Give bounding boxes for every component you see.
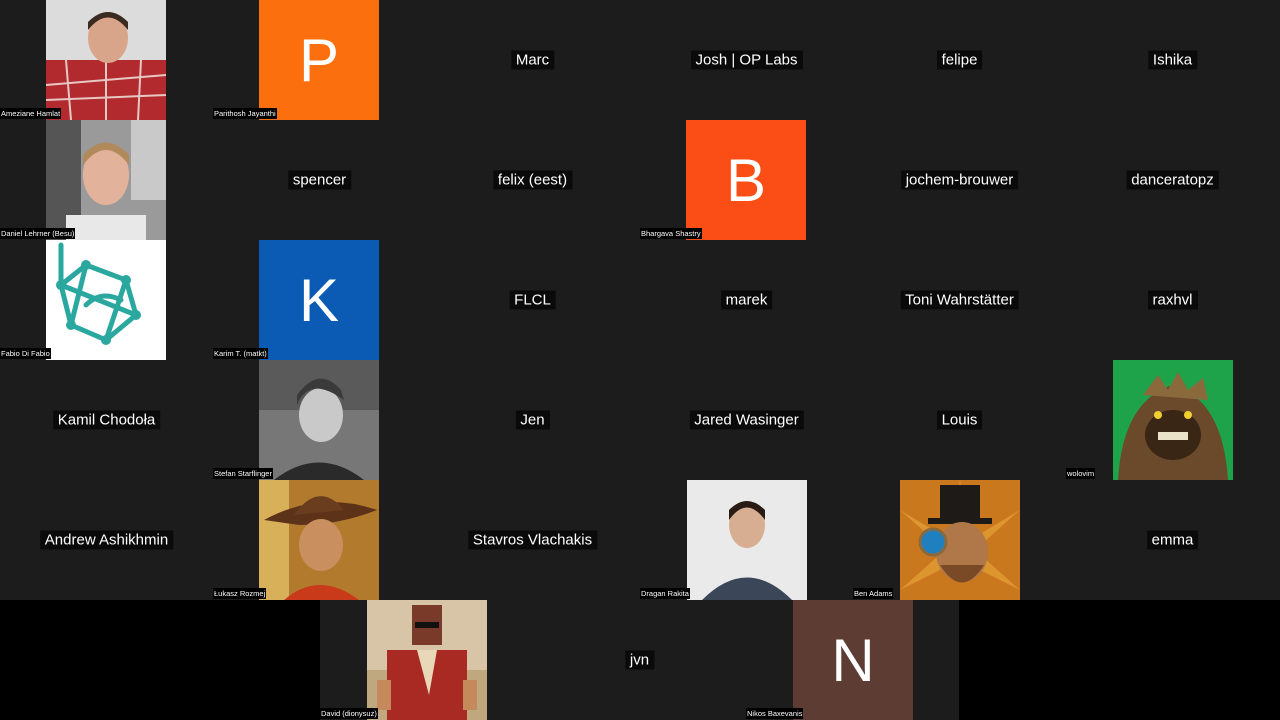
participant-name: Daniel Lehrner (Besu) xyxy=(0,228,76,239)
participant-tile[interactable]: wolovim xyxy=(1066,360,1279,480)
participant-name: Dragan Rakita xyxy=(640,588,690,599)
participant-tile[interactable]: felipe xyxy=(853,0,1066,120)
steampunk-avatar-icon xyxy=(900,480,1020,600)
participant-name: Ben Adams xyxy=(853,588,894,599)
participant-tile[interactable]: Jen xyxy=(426,360,639,480)
participant-name: Stefan Starflinger xyxy=(213,468,273,479)
participant-tile[interactable]: Kamil Chodoła xyxy=(0,360,213,480)
cowboy-photo-icon xyxy=(259,480,379,600)
participant-name: wolovim xyxy=(1066,468,1096,479)
participant-tile[interactable]: B Bhargava Shastry xyxy=(640,120,853,240)
participant-tile[interactable]: spencer xyxy=(213,120,426,240)
participant-tile[interactable]: raxhvl xyxy=(1066,240,1279,360)
participant-name: Jared Wasinger xyxy=(689,410,804,430)
participant-tile[interactable]: Josh | OP Labs xyxy=(640,0,853,120)
avatar: B xyxy=(686,120,806,240)
participant-tile[interactable]: P Parithosh Jayanthi xyxy=(213,0,426,120)
participant-tile[interactable]: felix (eest) xyxy=(426,120,639,240)
participant-tile[interactable]: Louis xyxy=(853,360,1066,480)
participant-name: jochem-brouwer xyxy=(900,170,1019,190)
participant-name: Louis xyxy=(936,410,983,430)
game-character-avatar-icon xyxy=(367,600,487,720)
participant-tile[interactable]: emma xyxy=(1066,480,1279,600)
participant-name: Toni Wahrstätter xyxy=(900,290,1019,310)
avatar: K xyxy=(259,240,379,360)
participant-tile[interactable]: FLCL xyxy=(426,240,639,360)
participant-tile[interactable]: Ishika xyxy=(1066,0,1279,120)
participant-name: Kamil Chodoła xyxy=(52,410,161,430)
participant-name: Ameziane Hamlat xyxy=(0,108,62,119)
participant-tile[interactable]: danceratopz xyxy=(1066,120,1279,240)
participant-tile[interactable]: David (dionysuz) xyxy=(320,600,533,720)
participant-tile[interactable]: Jared Wasinger xyxy=(640,360,853,480)
participant-tile[interactable]: Łukasz Rozmej xyxy=(213,480,426,600)
avatar-letter: B xyxy=(725,146,767,214)
participant-tile[interactable]: Daniel Lehrner (Besu) xyxy=(0,120,213,240)
participant-tile[interactable]: Toni Wahrstätter xyxy=(853,240,1066,360)
participant-name: Ishika xyxy=(1147,50,1198,70)
participant-name: FLCL xyxy=(509,290,556,310)
participant-tile[interactable]: jvn xyxy=(533,600,746,720)
participant-tile[interactable]: Andrew Ashikhmin xyxy=(0,480,213,600)
avatar: N xyxy=(793,600,913,720)
participant-name: Bhargava Shastry xyxy=(640,228,702,239)
avatar: P xyxy=(259,0,379,120)
participant-name: spencer xyxy=(287,170,352,190)
participant-tile[interactable]: Stefan Starflinger xyxy=(213,360,426,480)
participant-name: Josh | OP Labs xyxy=(690,50,803,70)
participant-tile[interactable]: Fabio Di Fabio xyxy=(0,240,213,360)
participant-tile[interactable]: jochem-brouwer xyxy=(853,120,1066,240)
person-photo-icon xyxy=(259,360,379,480)
participant-tile[interactable]: Ben Adams xyxy=(853,480,1066,600)
avatar-letter: P xyxy=(298,26,340,94)
person-photo-icon xyxy=(46,0,166,120)
participant-name: Nikos Baxevanis xyxy=(746,708,804,719)
participant-name: felix (eest) xyxy=(492,170,573,190)
participant-name: felipe xyxy=(936,50,983,70)
participant-name: emma xyxy=(1146,530,1199,550)
participant-tile[interactable]: Ameziane Hamlat xyxy=(0,0,213,120)
monster-avatar-icon xyxy=(1113,360,1233,480)
participant-tile[interactable]: marek xyxy=(640,240,853,360)
participant-tile[interactable]: Stavros Vlachakis xyxy=(426,480,639,600)
participant-name: jvn xyxy=(624,650,655,670)
participant-name: marek xyxy=(720,290,773,310)
participant-tile[interactable]: Dragan Rakita xyxy=(640,480,853,600)
participant-tile[interactable]: N Nikos Baxevanis xyxy=(746,600,959,720)
participant-name: Andrew Ashikhmin xyxy=(39,530,174,550)
participant-name: Fabio Di Fabio xyxy=(0,348,51,359)
participant-name: danceratopz xyxy=(1126,170,1219,190)
participant-name: Jen xyxy=(515,410,550,430)
hyperledger-logo-icon xyxy=(46,240,166,360)
participant-name: Karim T. (matkt) xyxy=(213,348,268,359)
person-photo-icon xyxy=(46,120,166,240)
participant-name: Stavros Vlachakis xyxy=(467,530,598,550)
participant-name: Parithosh Jayanthi xyxy=(213,108,277,119)
participant-name: David (dionysuz) xyxy=(320,708,378,719)
person-photo-icon xyxy=(687,480,807,600)
participant-name: Łukasz Rozmej xyxy=(213,588,267,599)
participant-name: raxhvl xyxy=(1147,290,1198,310)
participant-tile[interactable]: K Karim T. (matkt) xyxy=(213,240,426,360)
bottom-row: David (dionysuz) jvn N Nikos Baxevanis xyxy=(0,600,1280,720)
participant-tile[interactable]: Marc xyxy=(426,0,639,120)
participant-name: Marc xyxy=(510,50,555,70)
avatar-letter: N xyxy=(831,626,875,694)
avatar-letter: K xyxy=(298,266,340,334)
